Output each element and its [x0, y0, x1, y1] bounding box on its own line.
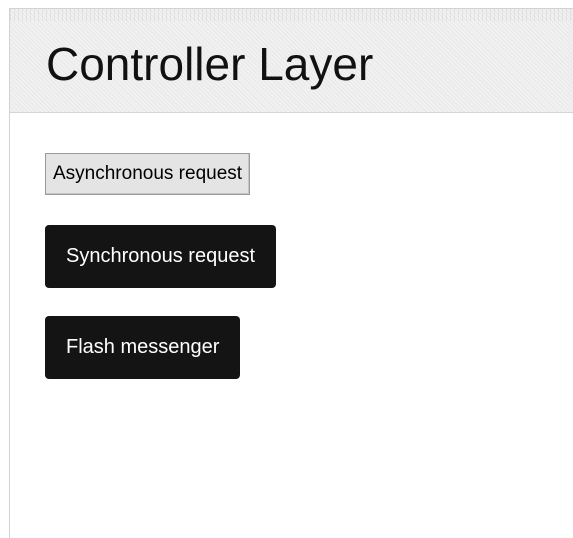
asynchronous-request-button[interactable]: Asynchronous request: [45, 153, 251, 195]
panel-body: Asynchronous request Synchronous request…: [10, 113, 573, 538]
page-title: Controller Layer: [46, 38, 374, 90]
flash-messenger-button[interactable]: Flash messenger: [45, 316, 241, 379]
header-texture-strip: [10, 9, 573, 21]
synchronous-request-button[interactable]: Synchronous request: [45, 225, 277, 288]
controller-panel: Controller Layer Asynchronous request Sy…: [9, 8, 573, 538]
panel-header: Controller Layer: [10, 9, 573, 113]
